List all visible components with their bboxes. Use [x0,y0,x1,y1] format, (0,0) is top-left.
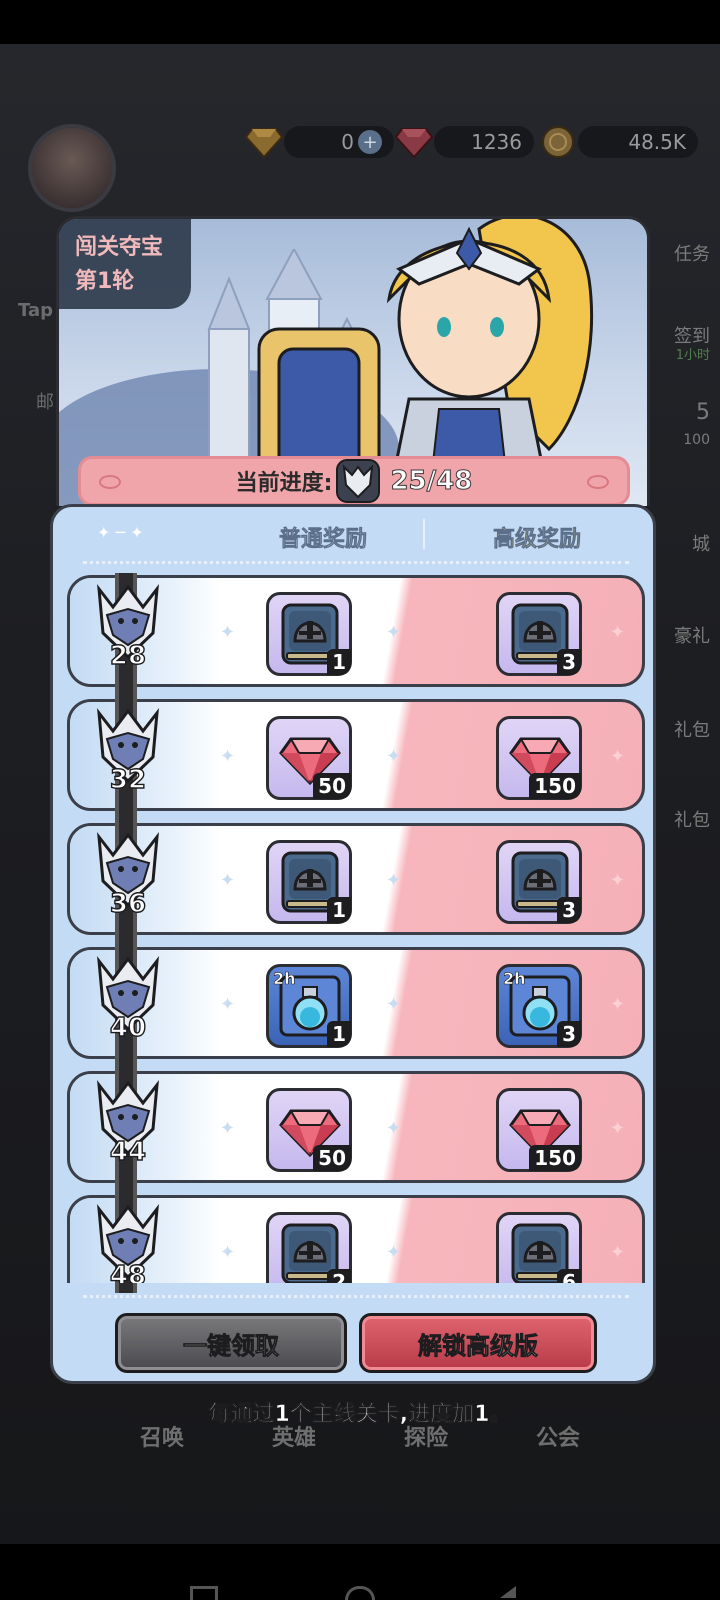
side-tag-pack-1[interactable]: 礼包 [674,716,710,742]
gold-gem-icon [244,124,284,160]
player-avatar[interactable] [28,124,116,212]
milestone-number: 28 [109,640,147,671]
progress-label: 当前进度: [235,471,333,496]
claim-all-label: 一键领取 [183,1331,280,1360]
red-gem-value: 1236 [434,126,534,158]
milestone-wolf: 36 [93,829,163,929]
add-gem-plus-icon[interactable]: + [358,130,382,154]
side-tag-hour: 1小时 [675,348,710,363]
milestone-number: 40 [109,1012,147,1043]
reward-panel: ✦ ─ ✦ 普通奖励 高级奖励 ✦ ✦ ✦ 1 3 ✦ ✦ ✦ 50 150 ✦ ✦ ✦ 1 3 ✦ ✦ ✦ 2h 1… [50,504,656,1384]
event-title: 闯关夺宝 [75,235,164,260]
milestone-number: 36 [109,888,147,919]
gold-gem-value: 0 [341,130,354,154]
milestone-wolf: 40 [93,953,163,1053]
coin-resource: 48.5K [538,124,698,160]
left-eye-ornament-icon [99,475,121,489]
red-gem-icon [394,124,434,160]
right-eye-ornament-icon [587,475,609,489]
footer-dotted-line [83,1295,629,1298]
coin-icon [538,124,578,160]
milestone-column: 28 32 36 40 44 48 [53,507,653,1283]
nav-recent-apps-icon[interactable] [190,1586,218,1600]
progress-value: 25/48 [390,466,473,497]
red-gem-resource: 1236 [394,124,534,160]
milestone-wolf: 48 [93,1201,163,1283]
mail-tag[interactable]: 邮 [36,388,54,414]
coin-value: 48.5K [578,126,698,158]
event-title-box: 闯关夺宝 第1轮 [59,219,191,309]
side-tag-gift[interactable]: 豪礼 [674,622,710,648]
wolf-token-icon [336,459,381,503]
tap-tag: Tap [18,300,53,321]
event-round: 第1轮 [75,269,135,294]
milestone-number: 32 [109,764,147,795]
side-tag-pack-2[interactable]: 礼包 [674,806,710,832]
side-tag-quest[interactable]: 任务 [674,240,710,266]
progress-bar: 当前进度: 25/48 [78,456,630,506]
milestone-wolf: 44 [93,1077,163,1177]
unlock-premium-button[interactable]: 解锁高级版 [359,1313,597,1373]
status-bar [0,0,720,44]
claim-all-button[interactable]: 一键领取 [115,1313,347,1373]
milestone-wolf: 28 [93,581,163,681]
unlock-premium-label: 解锁高级版 [418,1331,539,1360]
side-tag-count: 5 [696,400,710,425]
milestone-number: 44 [109,1136,147,1167]
nav-back-icon[interactable] [500,1586,516,1598]
milestone-number: 48 [109,1260,147,1283]
progress-hint: 每通过1个主线关卡,进度加1。 [208,1402,512,1428]
side-tag-hundred: 100 [683,432,710,448]
side-tag-shop[interactable]: 城 [692,530,710,556]
gold-gem-resource: 0 + [244,124,394,160]
milestone-wolf: 32 [93,705,163,805]
